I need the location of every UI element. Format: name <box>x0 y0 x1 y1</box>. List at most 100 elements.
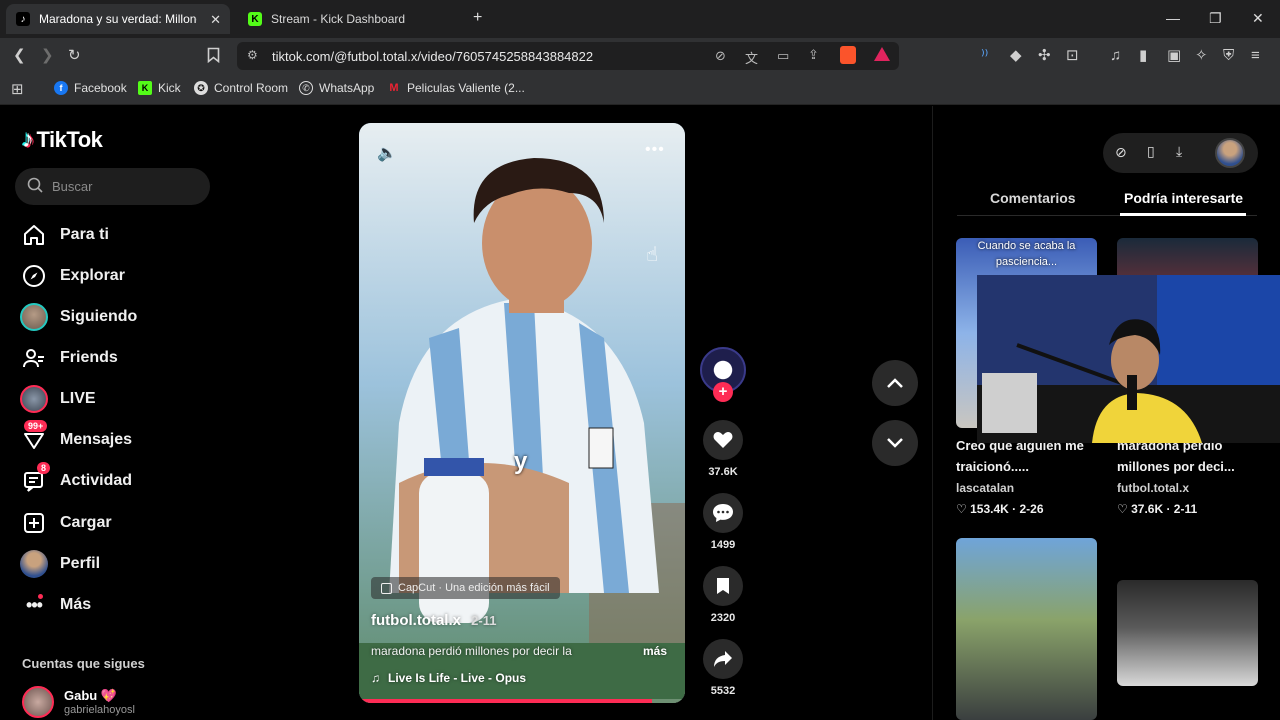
upload-icon <box>20 509 48 537</box>
apps-grid-icon[interactable]: ⊞ <box>11 80 24 98</box>
video-player[interactable]: 🔈 ••• y CapCut · Una edición más fácil f… <box>359 123 685 703</box>
search-input[interactable]: Buscar <box>15 168 210 205</box>
comment-button[interactable]: 1499 <box>700 493 746 551</box>
capcut-label[interactable]: CapCut · Una edición más fácil <box>371 577 560 599</box>
nav-para-ti[interactable]: Para ti <box>20 221 109 249</box>
maximize-icon[interactable]: ❐ <box>1209 10 1222 27</box>
reload-icon[interactable]: ↻ <box>68 47 81 65</box>
nav-label: Siguiendo <box>60 308 138 325</box>
tab-podria-interesarte[interactable]: Podría interesarte <box>1124 190 1243 206</box>
suggested-video-thumb[interactable] <box>1117 580 1258 686</box>
brave-shields-icon[interactable] <box>840 46 856 64</box>
brave-rewards-icon[interactable] <box>874 47 890 61</box>
new-tab-icon[interactable]: + <box>473 9 482 27</box>
followed-account-item[interactable]: Gabu 💖 gabrielahoyosl <box>22 686 135 718</box>
like-count: 37.6K <box>708 466 738 478</box>
nav-label: Actividad <box>60 472 133 489</box>
bookmark-kick[interactable]: K Kick <box>138 81 181 95</box>
leo-ai-icon[interactable]: ✧ <box>1195 47 1208 65</box>
save-button[interactable]: 2320 <box>700 566 746 624</box>
forward-icon[interactable]: ❯ <box>41 47 54 65</box>
bookmark-facebook[interactable]: f Facebook <box>54 81 127 95</box>
tiktok-logo[interactable]: ♪ TikTok <box>22 126 103 154</box>
video-options-icon[interactable]: ••• <box>645 141 665 159</box>
account-avatar <box>22 686 54 718</box>
bookmark-label: Peliculas Valiente (2... <box>407 81 525 95</box>
tab-tiktok[interactable]: ♪ Maradona y su verdad: Millones ✕ <box>6 4 230 34</box>
suggested-likes: 153.4K <box>970 502 1009 516</box>
music-title: Live Is Life - Live - Opus <box>388 671 527 685</box>
follow-plus-icon[interactable]: + <box>713 382 733 402</box>
friends-icon <box>20 344 48 372</box>
user-avatar[interactable] <box>1215 138 1245 168</box>
logo-text: TikTok <box>36 127 103 152</box>
menu-icon[interactable]: ≡ <box>1251 47 1260 65</box>
peliculas-icon: M <box>389 82 399 94</box>
nav-perfil[interactable]: Perfil <box>20 550 100 578</box>
suggested-video-meta[interactable]: maradona perdió millones por deci... fut… <box>1117 435 1258 520</box>
media-icon[interactable]: ♫ <box>1110 47 1121 65</box>
site-info-icon[interactable]: ⚙ <box>247 48 258 62</box>
address-bar[interactable]: ⚙ tiktok.com/@futbol.total.x/video/76057… <box>237 42 899 70</box>
url-text[interactable]: tiktok.com/@futbol.total.x/video/7605745… <box>272 49 593 64</box>
bookmark-whatsapp[interactable]: ✆ WhatsApp <box>299 81 374 95</box>
following-avatar <box>20 303 48 331</box>
comment-icon <box>703 493 743 533</box>
share-icon[interactable]: ⇪ <box>808 47 819 63</box>
sidebar-icon[interactable]: ▮ <box>1139 47 1147 65</box>
video-author[interactable]: futbol.total.x <box>371 612 461 629</box>
profile-avatar <box>20 550 48 578</box>
bookmark-control-room[interactable]: ✪ Control Room <box>194 81 288 95</box>
author-avatar-button[interactable]: + <box>700 347 746 402</box>
audio-playing-icon[interactable]: ⁾⁾ <box>981 47 988 65</box>
webcam-frame <box>977 275 1280 443</box>
nav-friends[interactable]: Friends <box>20 344 118 372</box>
cast-icon[interactable]: ▭ <box>777 48 789 64</box>
device-icon[interactable]: ▯ <box>1147 143 1155 160</box>
download-icon[interactable]: ⤓ <box>1176 143 1182 160</box>
minimize-icon[interactable]: — <box>1166 10 1180 26</box>
extensions-icon[interactable]: ✣ <box>1038 47 1051 65</box>
screenshot-icon[interactable]: ⊡ <box>1066 47 1079 65</box>
nav-actividad[interactable]: 8 Actividad <box>20 462 133 495</box>
tab-comentarios[interactable]: Comentarios <box>990 190 1076 206</box>
previous-video-button[interactable] <box>872 360 918 406</box>
music-note-icon: ♫ <box>371 671 380 685</box>
close-window-icon[interactable]: ✕ <box>1252 10 1264 27</box>
explore-icon[interactable]: ⊘ <box>1115 144 1127 161</box>
more-link[interactable]: más <box>643 644 667 658</box>
nav-explorar[interactable]: Explorar <box>20 262 125 290</box>
nav-label: Más <box>60 596 92 613</box>
chevron-up-icon <box>887 378 903 388</box>
suggested-video-thumb[interactable] <box>956 538 1097 720</box>
video-music[interactable]: ♫ Live Is Life - Live - Opus <box>371 671 526 685</box>
brave-wallet-icon[interactable]: ▣ <box>1167 47 1181 65</box>
search-placeholder: Buscar <box>52 179 93 194</box>
volume-icon[interactable]: 🔈 <box>377 143 397 163</box>
share-count: 5532 <box>710 685 736 697</box>
nav-cargar[interactable]: Cargar <box>20 509 112 537</box>
thumb-overlay-text: Cuando se acaba la pasciencia... <box>977 240 1076 268</box>
bookmark-icon[interactable] <box>207 47 220 68</box>
next-video-button[interactable] <box>872 420 918 466</box>
heart-outline-icon: ♡ <box>956 502 971 516</box>
nav-mensajes[interactable]: 99+ Mensajes <box>20 420 132 454</box>
suggested-video-meta[interactable]: Creo que alguien me traicionó..... lasca… <box>956 435 1097 520</box>
nav-live[interactable]: LIVE <box>20 385 96 413</box>
vpn-icon[interactable]: ⛨ <box>1223 47 1234 65</box>
bookmark-peliculas[interactable]: M Peliculas Valiente (2... <box>387 81 525 95</box>
no-tracking-icon[interactable]: ⊘ <box>715 48 726 64</box>
back-icon[interactable]: ❮ <box>13 47 26 65</box>
like-button[interactable]: 37.6K <box>700 420 746 478</box>
tab-kick[interactable]: K Stream - Kick Dashboard <box>238 4 460 34</box>
close-tab-icon[interactable]: ✕ <box>210 12 221 28</box>
video-progress-fill <box>359 699 653 703</box>
video-progress-bar[interactable] <box>359 699 685 703</box>
wallet-icon[interactable]: ◆ <box>1010 47 1022 65</box>
share-button[interactable]: 5532 <box>700 639 746 697</box>
nav-mas[interactable]: ••• Más <box>20 591 91 619</box>
suggested-likes: 37.6K <box>1131 502 1164 516</box>
nav-siguiendo[interactable]: Siguiendo <box>20 303 137 331</box>
top-actions-pill: ⊘ ▯ ⤓ <box>1103 133 1258 173</box>
translate-icon[interactable]: 文 <box>745 48 758 67</box>
